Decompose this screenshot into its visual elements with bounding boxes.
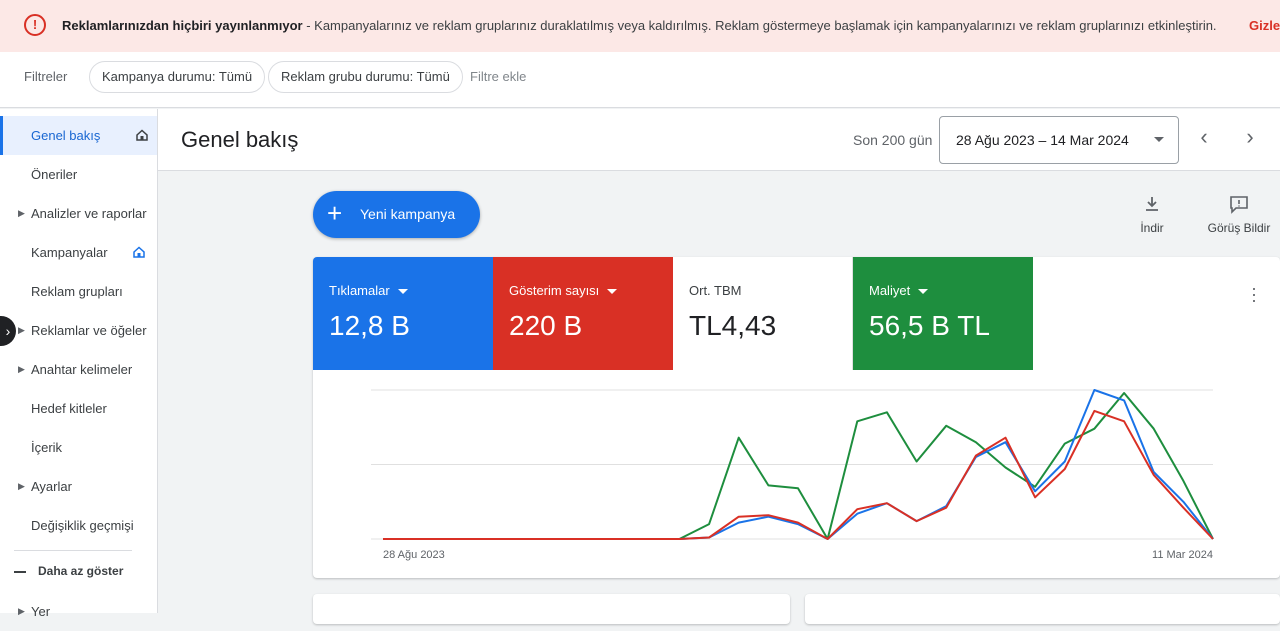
add-filter-button[interactable]: Filtre ekle (470, 69, 526, 84)
date-range-picker[interactable]: 28 Ağu 2023 – 14 Mar 2024 (939, 116, 1179, 164)
caret-right-icon: ▶ (18, 606, 25, 616)
sidebar-item-label: Anahtar kelimeler (31, 362, 133, 377)
sidebar-item-change-history[interactable]: Değişiklik geçmişi (0, 506, 157, 545)
sidebar-item-insights-reports[interactable]: ▶ Analizler ve raporlar (0, 194, 157, 233)
feedback-label: Görüş Bildir (1207, 221, 1271, 235)
adgroup-status-filter-chip[interactable]: Reklam grubu durumu: Tümü (268, 61, 463, 93)
filters-label: Filtreler (24, 69, 68, 84)
show-less-button[interactable]: Daha az göster (14, 564, 123, 578)
metric-label: Gösterim sayısı (509, 283, 657, 298)
previous-period-button[interactable]: ‹ (1192, 126, 1216, 150)
sidebar-item-label: Hedef kitleler (31, 401, 107, 416)
series-line-cost (383, 392, 1214, 540)
date-range-value: 28 Ağu 2023 – 14 Mar 2024 (956, 132, 1129, 148)
alert-message: - Kampanyalarınız ve reklam gruplarınız … (302, 18, 1217, 33)
feedback-button[interactable]: Görüş Bildir (1203, 194, 1275, 235)
sidebar-item-campaigns[interactable]: Kampanyalar (0, 233, 157, 272)
home-icon (133, 246, 145, 258)
metric-tile-avg-cpc[interactable]: Ort. TBM TL4,43 (673, 257, 853, 370)
sidebar-item-label: Reklamlar ve öğeler (31, 323, 147, 338)
sidebar-item-ad-groups[interactable]: Reklam grupları (0, 272, 157, 311)
sidebar-item-label: Ayarlar (31, 479, 72, 494)
home-icon (136, 129, 148, 141)
feedback-icon (1230, 196, 1248, 214)
more-options-icon[interactable]: · · · (1250, 279, 1258, 309)
sidebar-divider (14, 550, 132, 551)
hide-alert-button[interactable]: Gizle (1249, 18, 1280, 33)
filter-bar: Filtreler Kampanya durumu: Tümü Reklam g… (0, 52, 1280, 108)
sidebar-item-label: Değişiklik geçmişi (31, 518, 134, 533)
download-button[interactable]: İndir (1133, 194, 1171, 235)
sidebar-item-overview[interactable]: Genel bakış (0, 116, 157, 155)
sidebar-item-audiences[interactable]: Hedef kitleler (0, 389, 157, 428)
bottom-card-left (313, 594, 790, 624)
campaign-status-filter-chip[interactable]: Kampanya durumu: Tümü (89, 61, 266, 93)
x-axis-start-label: 28 Ağu 2023 (383, 549, 445, 561)
minus-icon (14, 570, 26, 573)
dropdown-arrow-icon (397, 289, 408, 295)
dropdown-arrow-icon (1154, 137, 1164, 142)
metric-tile-cost[interactable]: Maliyet 56,5 B TL (853, 257, 1033, 370)
alert-banner: ! Reklamlarınızdan hiçbiri yayınlanmıyor… (0, 0, 1280, 52)
caret-right-icon: ▶ (18, 364, 25, 374)
metric-value: 220 B (509, 310, 583, 341)
metric-tile-impressions[interactable]: Gösterim sayısı 220 B (493, 257, 673, 370)
sidebar-item-keywords[interactable]: ▶ Anahtar kelimeler (0, 350, 157, 389)
dropdown-arrow-icon (918, 289, 929, 295)
sidebar-item-label: Genel bakış (31, 128, 101, 143)
error-icon: ! (24, 14, 46, 36)
sidebar-item-label: Yer (31, 604, 51, 619)
performance-card: Tıklamalar 12,8 B Gösterim sayısı 220 B … (313, 257, 1280, 578)
metric-value: 56,5 B TL (869, 310, 990, 341)
page-header: Genel bakış Son 200 gün 28 Ağu 2023 – 14… (158, 109, 1280, 171)
caret-right-icon: ▶ (18, 208, 25, 218)
sidebar-item-label: İçerik (31, 440, 63, 455)
sidebar-item-label: Analizler ve raporlar (31, 206, 147, 221)
download-icon (1146, 197, 1158, 211)
caret-right-icon: ▶ (18, 325, 25, 335)
show-less-label: Daha az göster (38, 564, 124, 578)
date-range-label: Son 200 gün (853, 132, 933, 148)
chart-grid (371, 389, 1213, 540)
download-label: İndir (1140, 221, 1164, 235)
metric-value: TL4,43 (689, 310, 777, 341)
sidebar-item-recommendations[interactable]: Öneriler (0, 155, 157, 194)
sidebar-item-more[interactable]: ▶ Yer (0, 592, 157, 631)
series-line-impressions (383, 409, 1214, 540)
plus-icon: + (327, 198, 343, 228)
next-period-button[interactable]: › (1238, 126, 1262, 150)
page-title: Genel bakış (181, 127, 299, 152)
sidebar-item-label: Öneriler (31, 167, 78, 182)
metric-tile-clicks[interactable]: Tıklamalar 12,8 B (313, 257, 493, 370)
sidebar-item-label: Kampanyalar (31, 245, 108, 260)
alert-text: Reklamlarınızdan hiçbiri yayınlanmıyor -… (62, 18, 1217, 33)
metric-label: Tıklamalar (329, 283, 477, 298)
x-axis-end-label: 11 Mar 2024 (1152, 549, 1213, 561)
sidebar-item-ads-assets[interactable]: ▶ Reklamlar ve öğeler › (0, 311, 157, 350)
new-campaign-label: Yeni kampanya (360, 206, 456, 222)
collapse-sidebar-button[interactable]: › (0, 316, 16, 346)
caret-right-icon: ▶ (18, 481, 25, 491)
metric-value: 12,8 B (329, 310, 410, 341)
new-campaign-button[interactable]: + Yeni kampanya (313, 191, 480, 238)
sidebar-item-label: Reklam grupları (31, 284, 123, 299)
metric-label: Maliyet (869, 283, 1017, 298)
dropdown-arrow-icon (607, 289, 618, 295)
metric-label: Ort. TBM (689, 283, 742, 298)
sidebar-item-settings[interactable]: ▶ Ayarlar (0, 467, 157, 506)
sidebar-item-content[interactable]: İçerik (0, 428, 157, 467)
sidebar: Genel bakış Öneriler ▶ Analizler ve rapor… (0, 109, 158, 619)
performance-chart: 28 Ağu 2023 11 Mar 2024 (371, 389, 1214, 561)
alert-title: Reklamlarınızdan hiçbiri yayınlanmıyor (62, 18, 303, 33)
bottom-card-right (805, 594, 1280, 624)
